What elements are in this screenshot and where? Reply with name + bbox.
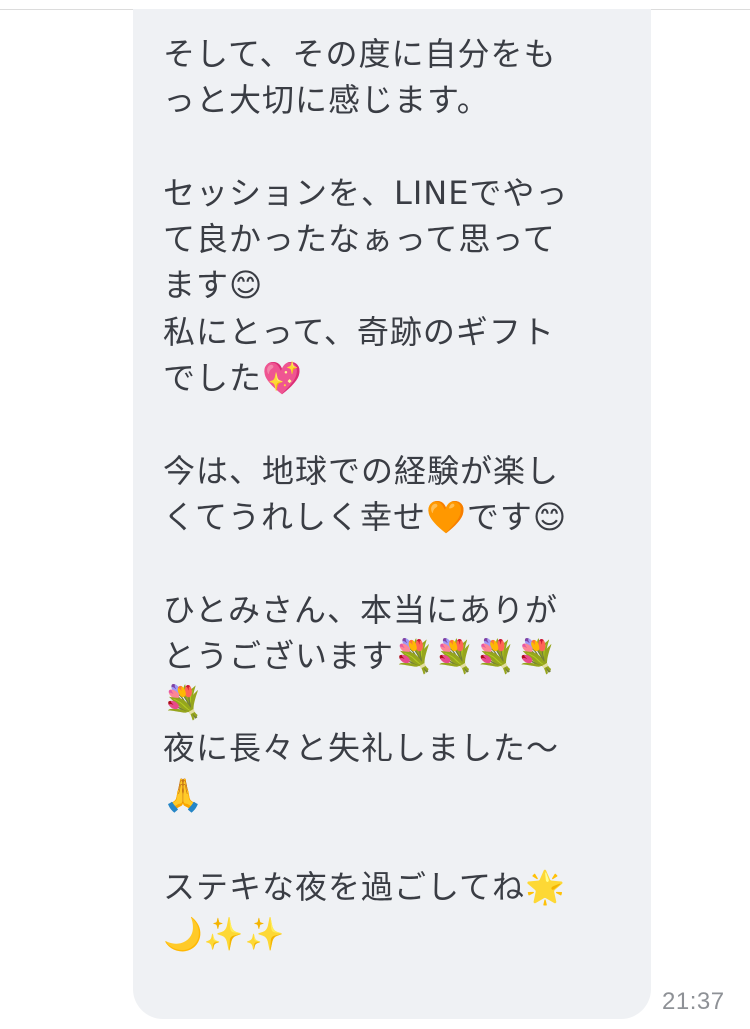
message-line: 私にとって、奇跡のギフト [163, 312, 555, 351]
message-line: ます😊 [163, 266, 264, 305]
message-line: くてうれしく幸せ🧡です😊 [163, 497, 568, 536]
message-line: っと大切に感じます。 [163, 81, 490, 120]
message-line: 夜に長々と失礼しました〜 [163, 729, 560, 768]
message-line: 🌙✨✨ [163, 914, 286, 953]
message-line [163, 540, 631, 586]
message-line: とうございます💐💐💐💐 [163, 636, 558, 675]
message-line: そして、その度に自分をも [163, 35, 557, 73]
message-line: でした💖 [163, 359, 303, 398]
message-line [163, 818, 631, 864]
message-line [163, 401, 631, 447]
message-line: セッションを、LINEでやっ [163, 173, 569, 212]
message-line: ステキな夜を過ごしてね🌟 [163, 868, 566, 907]
message-line: て良かったなぁって思って [163, 220, 556, 259]
message-line: 今は、地球での経験が楽し [163, 451, 560, 490]
message-timestamp: 21:37 [662, 988, 725, 1015]
message-line [163, 124, 631, 170]
message-line: ひとみさん、本当にありが [163, 590, 559, 629]
message-bubble[interactable]: そして、その度に自分をも っと大切に感じます。 セッションを、LINEでやっ て… [133, 9, 651, 1019]
message-line: 🙏 [163, 775, 204, 814]
message-line: 💐 [163, 683, 204, 722]
